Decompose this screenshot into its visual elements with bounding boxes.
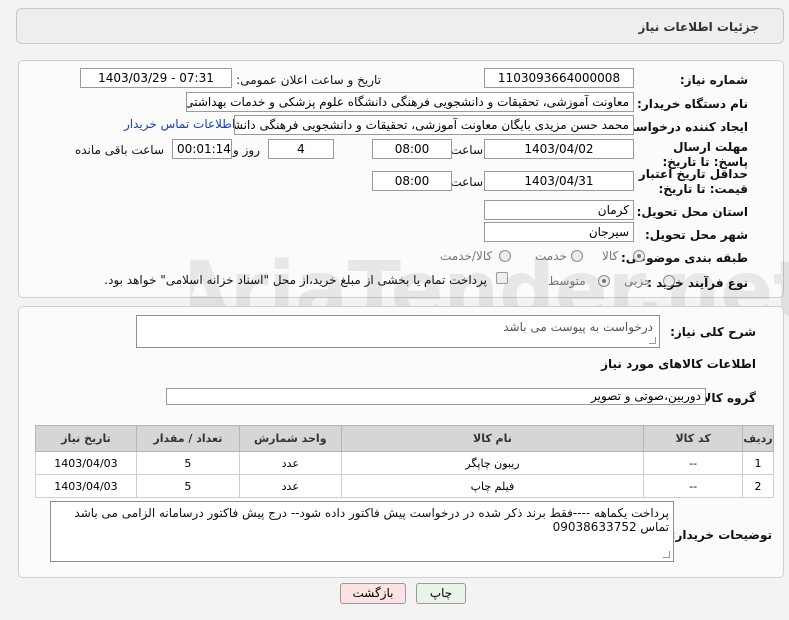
days-field: 4 xyxy=(268,139,334,159)
page-title: جزئیات اطلاعات نیاز xyxy=(638,20,759,34)
category-radio-service[interactable] xyxy=(571,250,583,262)
deadline-label: مهلت ارسال پاسخ: تا تاریخ: xyxy=(662,140,749,169)
goods-group-field: دوربین،صوتی و تصویر xyxy=(166,388,706,405)
requester-label: ایجاد کننده درخواست: xyxy=(618,120,748,134)
cell-unit: عدد xyxy=(238,451,342,475)
announce-label: تاریخ و ساعت اعلان عمومی: xyxy=(236,73,381,87)
process-radio-medium[interactable] xyxy=(598,275,610,287)
category-option-goods: کالا xyxy=(602,249,619,263)
buyer-notes-textarea[interactable]: پرداخت یکماهه ----فقط برند ذکر شده در در… xyxy=(50,501,674,562)
cell-code: -- xyxy=(643,474,744,498)
col-name: نام کالا xyxy=(340,425,645,452)
cell-index: 2 xyxy=(742,474,774,498)
resize-handle[interactable] xyxy=(663,551,670,558)
category-option-goods-service: کالا/خدمت xyxy=(440,249,493,263)
need-number-field: 1103093664000008 xyxy=(484,68,634,88)
remaining-label: ساعت باقی مانده xyxy=(74,143,164,157)
col-unit: واحد شمارش xyxy=(238,425,342,452)
back-button[interactable]: بازگشت xyxy=(340,583,406,604)
announce-datetime-field: 1403/03/29 - 07:31 xyxy=(80,68,232,88)
cell-date: 1403/04/03 xyxy=(35,451,137,475)
deadline-time-label: ساعت xyxy=(450,143,483,157)
process-option-partial: جزیی xyxy=(624,274,652,288)
category-radio-goods[interactable] xyxy=(633,250,645,262)
deadline-time-field: 08:00 xyxy=(372,139,452,159)
buyer-contact-link[interactable]: اطلاعات تماس خریدار xyxy=(124,117,235,131)
cell-qty: 5 xyxy=(135,451,240,475)
buyer-notes-label: توضیحات خریدار: xyxy=(670,528,772,542)
buyer-org-label: نام دستگاه خریدار: xyxy=(637,97,748,111)
cell-unit: عدد xyxy=(238,474,342,498)
description-text: درخواست به پیوست می باشد xyxy=(503,320,653,334)
goods-section-title: اطلاعات کالاهای مورد نیاز xyxy=(601,357,756,371)
province-field: کرمان xyxy=(484,200,634,220)
validity-time-field: 08:00 xyxy=(372,171,452,191)
cell-code: -- xyxy=(643,451,744,475)
col-qty: تعداد / مقدار xyxy=(135,425,240,452)
validity-time-label: ساعت xyxy=(450,175,483,189)
cell-index: 1 xyxy=(742,451,774,475)
description-label: شرح کلی نیاز: xyxy=(670,325,756,339)
cell-qty: 5 xyxy=(135,474,240,498)
payment-note: پرداخت تمام یا بخشی از مبلغ خرید،از محل … xyxy=(104,273,487,287)
requester-field: محمد حسن مزیدی بایگان معاونت آموزشی، تحق… xyxy=(234,115,634,135)
col-index: ردیف xyxy=(742,425,774,452)
table-row: 1 -- ریبون چاپگر عدد 5 1403/04/03 xyxy=(35,451,774,475)
process-radio-partial[interactable] xyxy=(663,275,675,287)
city-label: شهر محل تحویل: xyxy=(644,228,748,242)
process-option-medium: متوسط xyxy=(548,274,586,288)
table-row: 2 -- فیلم چاپ عدد 5 1403/04/03 xyxy=(35,474,774,498)
need-number-label: شماره نیاز: xyxy=(679,73,748,87)
province-label: استان محل تحویل: xyxy=(636,205,748,219)
goods-table: ردیف کد کالا نام کالا واحد شمارش تعداد /… xyxy=(35,425,774,498)
city-field: سیرجان xyxy=(484,222,634,242)
buyer-org-field: معاونت آموزشی، تحقیقات و دانشجویی فرهنگی… xyxy=(186,92,634,112)
resize-handle[interactable] xyxy=(649,337,656,344)
cell-name: فیلم چاپ xyxy=(340,474,645,498)
cell-name: ریبون چاپگر xyxy=(340,451,645,475)
category-radio-goods-service[interactable] xyxy=(499,250,511,262)
remaining-time-field: 00:01:14 xyxy=(172,139,232,159)
category-option-service: خدمت xyxy=(535,249,567,263)
col-code: کد کالا xyxy=(643,425,744,452)
cell-date: 1403/04/03 xyxy=(35,474,137,498)
deadline-date-field: 1403/04/02 xyxy=(484,139,634,159)
page-header: جزئیات اطلاعات نیاز xyxy=(16,8,784,44)
goods-group-label: گروه کالا: xyxy=(697,391,756,405)
process-label: نوع فرآیند خرید : xyxy=(647,276,748,290)
buyer-notes-line2: تماس 09038633752 xyxy=(552,520,669,534)
treasury-checkbox[interactable] xyxy=(496,272,508,284)
goods-table-header: ردیف کد کالا نام کالا واحد شمارش تعداد /… xyxy=(35,425,774,452)
validity-date-field: 1403/04/31 xyxy=(484,171,634,191)
col-date: تاریخ نیاز xyxy=(35,425,137,452)
description-textarea[interactable]: درخواست به پیوست می باشد xyxy=(136,315,660,348)
print-button[interactable]: چاپ xyxy=(416,583,466,604)
days-label: روز و xyxy=(233,143,260,157)
